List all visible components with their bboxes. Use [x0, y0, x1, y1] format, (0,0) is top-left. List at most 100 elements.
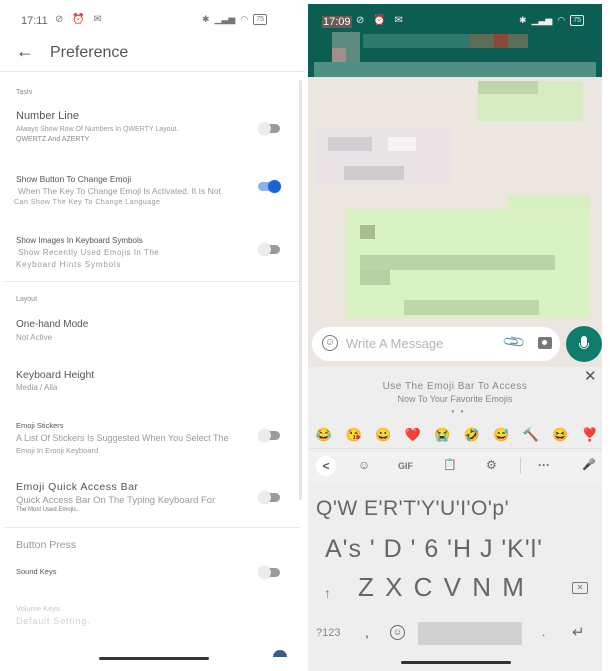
home-indicator	[401, 661, 511, 664]
gif-button[interactable]: GIF	[398, 461, 413, 471]
notification-icons: ⊘ ⏰ ✉	[356, 15, 406, 26]
chat-messages	[308, 77, 602, 322]
change-emoji-toggle[interactable]	[258, 180, 281, 193]
key-row-1[interactable]: Q'W E'R'T'Y'U'I'O'p'	[316, 497, 602, 521]
bluetooth-icon: ✱	[519, 15, 527, 25]
enter-key[interactable]: ↵	[572, 623, 585, 641]
emoji-key[interactable]: 😆	[550, 427, 570, 443]
setting-keyboard-height[interactable]: Keyboard Height Media / Alia	[0, 368, 300, 398]
symbols-key[interactable]: ?123	[316, 627, 340, 639]
setting-subtitle: Quick Access Bar On The Typing Keyboard …	[16, 495, 216, 506]
pixelated-block	[332, 48, 346, 63]
back-arrow-icon[interactable]: ←	[16, 41, 34, 62]
home-indicator	[99, 657, 209, 660]
sound-keys-toggle[interactable]	[258, 566, 280, 579]
setting-subtitle: Emoji In Emoji Keyboard	[16, 446, 99, 455]
pixelated-block	[328, 137, 372, 151]
voice-record-button[interactable]	[566, 326, 602, 362]
sticker-icon[interactable]: ☺	[358, 458, 370, 472]
message-input-row: ☺ Write A Message 📎	[308, 322, 602, 367]
setting-subtitle: When The Key To Change Emoji Is Activate…	[18, 186, 221, 196]
emoji-key[interactable]: 🔨	[521, 427, 541, 443]
setting-subtitle: Keyboard Hints Symbols	[16, 260, 122, 269]
emoji-key[interactable]: ❣️	[580, 427, 600, 443]
page-title: Preference	[50, 44, 129, 61]
more-icon[interactable]: ···	[538, 458, 550, 472]
setting-sound-keys[interactable]: Sound Keys	[0, 563, 300, 583]
setting-one-hand-mode[interactable]: One-hand Mode Not Active	[0, 318, 300, 348]
section-label-button-press: Button Press	[16, 539, 77, 551]
setting-subtitle: Default Setting.	[16, 616, 91, 626]
setting-subtitle: Media / Alia	[16, 383, 58, 392]
emoji-key[interactable]: 🤣	[462, 427, 482, 443]
battery-icon: 75	[253, 14, 267, 25]
setting-subtitle: Not Active	[16, 333, 53, 342]
system-icons: ✱ ▁▃▅ ◠ 75	[202, 14, 267, 25]
period-key[interactable]: .	[542, 625, 545, 639]
key-row-2[interactable]: A's ' D ' 6 'H J 'K'l'	[325, 535, 602, 564]
status-time: 17:09	[322, 16, 352, 28]
wifi-icon: ◠	[240, 14, 249, 24]
screen: 17:11 ⊘ ⏰ ✉ ✱ ▁▃▅ ◠ 75 ← Preference Tast…	[0, 0, 610, 671]
key-row-3[interactable]: Z X C V N M	[358, 572, 558, 603]
chat-screen: 17:09 ⊘ ⏰ ✉ ✱ ▁▃▅ ◠ 75 ☺ Write A Message…	[308, 4, 602, 671]
setting-subtitle: The Most Used Emojis.	[16, 507, 79, 513]
wifi-icon: ◠	[557, 15, 566, 25]
emoji-stickers-toggle[interactable]	[258, 429, 280, 442]
setting-change-emoji-button[interactable]: Show Button To Change Emoji When The Key…	[0, 172, 300, 212]
emoji-key[interactable]: 😂	[314, 427, 334, 443]
message-input[interactable]: ☺ Write A Message 📎	[312, 327, 560, 361]
pixelated-block	[360, 255, 555, 270]
pixelated-block	[360, 270, 390, 285]
mic-icon[interactable]: 🎤	[582, 458, 596, 471]
camera-icon[interactable]	[538, 337, 552, 349]
number-line-toggle[interactable]	[258, 122, 280, 135]
images-symbols-toggle[interactable]	[258, 243, 280, 256]
collapse-icon[interactable]: <	[316, 456, 336, 476]
bluetooth-icon: ✱	[202, 14, 210, 24]
emoji-key[interactable]: 😅	[491, 427, 511, 443]
section-divider	[5, 527, 300, 528]
shift-icon[interactable]: ↑	[324, 585, 331, 601]
page-dots: ● ●	[451, 409, 466, 415]
pixelated-status	[314, 62, 596, 77]
setting-volume-keys[interactable]: Volume Keys Default Setting.	[0, 603, 300, 631]
emoji-key[interactable]: 😀	[373, 427, 393, 443]
key-row-4: ?123 , ☺ . ↵	[308, 620, 602, 646]
backspace-icon[interactable]: ✕	[572, 582, 588, 594]
emoji-key[interactable]: ❤️	[403, 427, 423, 443]
pixelated-block	[360, 225, 375, 239]
signal-icon: ▁▃▅	[214, 14, 236, 24]
status-time: 17:11	[21, 15, 48, 27]
attach-icon[interactable]: 📎	[501, 329, 527, 355]
emoji-key[interactable]: 😘	[344, 427, 364, 443]
setting-title: Emoji Stickers	[16, 421, 64, 430]
setting-number-line[interactable]: Number Line Always Show Row Of Numbers I…	[0, 108, 300, 150]
keyboard-toolbar: < ☺ GIF 📋 ⚙ ··· 🎤	[308, 452, 602, 482]
emoji-key[interactable]: 😭	[432, 427, 452, 443]
emoji-key-icon[interactable]: ☺	[390, 625, 405, 640]
pixelated-contact-name[interactable]	[363, 34, 473, 48]
section-label-tasty: Tastv	[16, 89, 33, 96]
settings-icon[interactable]: ⚙	[486, 458, 497, 472]
emoji-icon[interactable]: ☺	[322, 335, 338, 351]
section-label-layout: Layout	[16, 296, 38, 303]
setting-title: Show Images In Keyboard Symbols	[16, 236, 143, 245]
setting-title: Volume Keys	[16, 604, 60, 613]
pixelated-block	[388, 137, 416, 151]
clipboard-icon[interactable]: 📋	[443, 458, 457, 471]
setting-subtitle: QWERTZ And AZERTY	[16, 136, 90, 143]
setting-emoji-stickers[interactable]: Emoji Stickers A List Of Stickers Is Sug…	[0, 420, 300, 458]
chat-header: 17:09 ⊘ ⏰ ✉ ✱ ▁▃▅ ◠ 75	[308, 4, 602, 77]
setting-title: Keyboard Height	[16, 369, 95, 381]
signal-icon: ▁▃▅	[531, 15, 553, 25]
setting-subtitle: Always Show Row Of Numbers In QWERTY Lay…	[16, 126, 179, 133]
quick-access-toggle[interactable]	[258, 491, 280, 504]
status-bar: 17:11 ⊘ ⏰ ✉ ✱ ▁▃▅ ◠ 75	[0, 0, 305, 40]
setting-images-in-symbols[interactable]: Show Images In Keyboard Symbols Show Rec…	[0, 234, 300, 274]
comma-key[interactable]: ,	[365, 624, 369, 640]
section-divider	[5, 281, 300, 282]
space-bar[interactable]	[418, 622, 522, 645]
setting-emoji-quick-access[interactable]: Emoji Quick Access Bar Quick Access Bar …	[0, 480, 300, 516]
floating-button[interactable]	[273, 650, 287, 657]
